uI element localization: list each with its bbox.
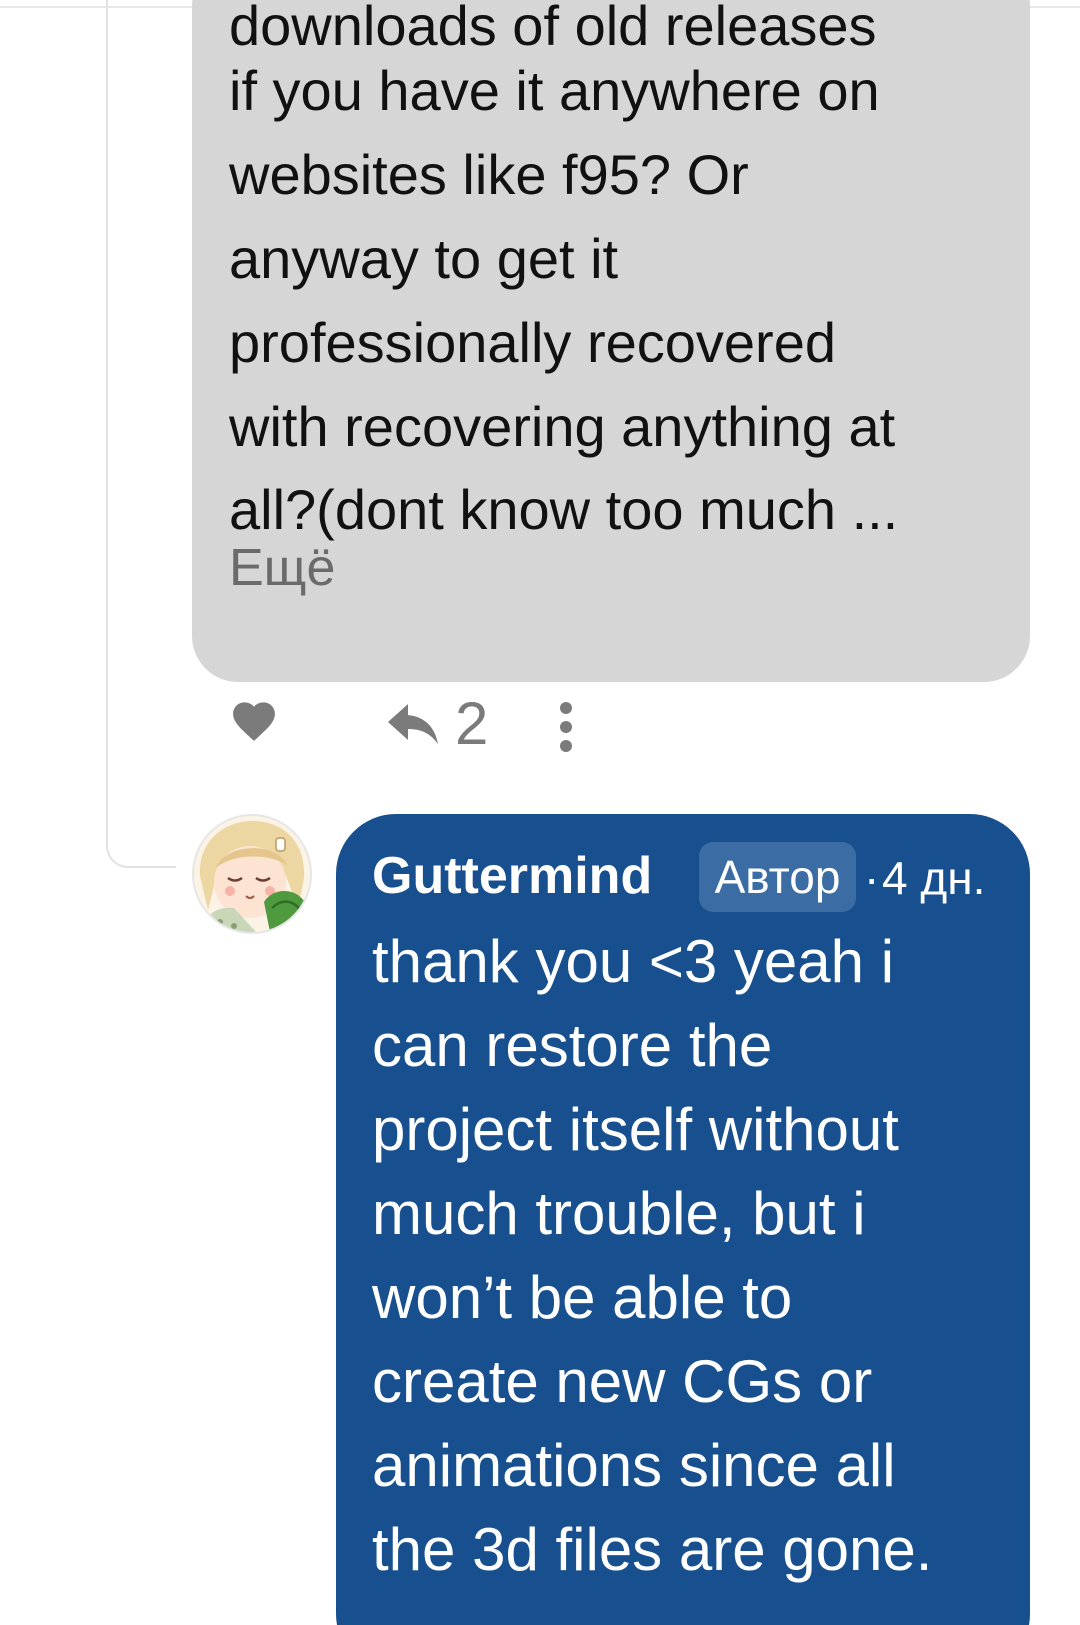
reply-comment-text-line: animations since all [372, 1432, 896, 1499]
parent-comment-text-line: with recovering anything at [229, 395, 896, 458]
avatar[interactable] [192, 814, 312, 934]
reply-button[interactable]: 2 [386, 692, 536, 756]
like-button[interactable] [228, 697, 288, 749]
reply-count: 2 [455, 690, 489, 757]
reply-comment-text-line: project itself without [372, 1096, 899, 1163]
reply-comment-text-line: won’t be able to [372, 1264, 793, 1331]
parent-comment-text-line: all?(dont know too much ... [229, 478, 899, 541]
parent-comment-bubble[interactable]: downloads of old releases if you have it… [192, 0, 1030, 682]
more-options-button[interactable] [558, 702, 574, 752]
author-badge: Автор [699, 842, 856, 912]
parent-comment-text-line: anyway to get it [229, 227, 619, 290]
parent-comment-text-line: websites like f95? Or [229, 143, 749, 206]
parent-comment-text-line: if you have it anywhere on [229, 59, 880, 122]
parent-comment-text-line: professionally recovered [229, 311, 836, 374]
reply-arrow-icon [388, 704, 438, 744]
parent-comment-text-line: downloads of old releases [229, 0, 877, 57]
reply-comment-text-line: create new CGs or [372, 1348, 873, 1415]
heart-icon [233, 702, 275, 741]
comment-timestamp: 4 дн. [882, 852, 986, 904]
reply-comment-text-line: can restore the [372, 1012, 773, 1079]
avatar-image [194, 816, 310, 932]
reply-comment-text-line: the 3d files are gone. [372, 1516, 933, 1583]
reply-comment-text-line: thank you <3 yeah i [372, 928, 895, 995]
meta-separator: · [864, 852, 880, 904]
reply-comment-bubble[interactable]: Guttermind Автор · 4 дн. thank you <3 ye… [336, 814, 1030, 1625]
show-more-link[interactable]: Ещё [229, 542, 335, 594]
comment-thread: downloads of old releases if you have it… [0, 0, 1080, 1625]
thread-connector-line [106, 0, 176, 868]
reply-comment-text-line: much trouble, but i [372, 1180, 866, 1247]
author-name[interactable]: Guttermind [372, 850, 652, 902]
more-vertical-icon [560, 702, 572, 752]
